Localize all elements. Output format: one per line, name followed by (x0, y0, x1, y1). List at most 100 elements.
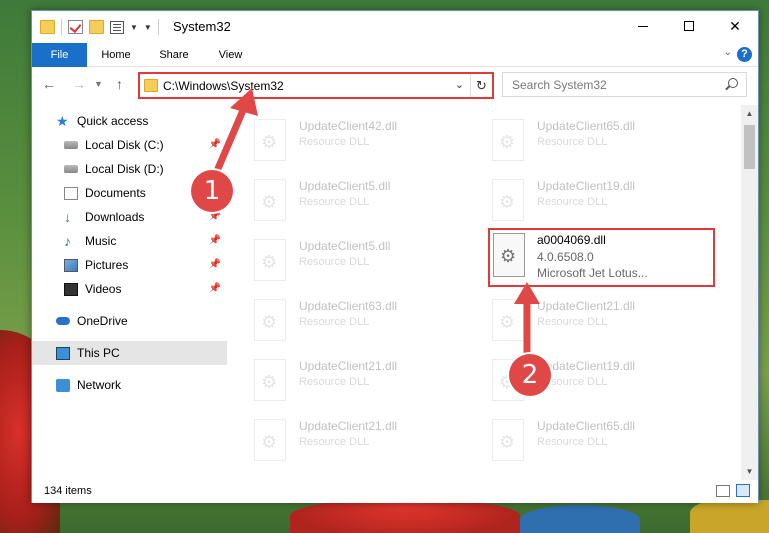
pin-icon[interactable]: 📌 (209, 235, 221, 246)
dll-file-icon (492, 119, 524, 161)
minimize-button[interactable] (620, 11, 666, 41)
maximize-button[interactable] (666, 11, 712, 41)
videos-icon (64, 282, 78, 296)
tab-file[interactable]: File (32, 43, 87, 67)
list-item[interactable]: UpdateClient21.dll Resource DLL (244, 413, 474, 469)
scroll-up-icon[interactable]: ▲ (741, 105, 758, 122)
file-name: UpdateClient63.dll (299, 299, 398, 313)
sidebar-item-label: Network (77, 378, 122, 392)
address-dropdown-icon[interactable]: ⌄ (455, 78, 464, 91)
sidebar-item-label: Local Disk (C:) (85, 138, 164, 152)
list-item[interactable]: UpdateClient65.dll Resource DLL (482, 113, 712, 169)
address-path[interactable]: C:\Windows\System32 (163, 79, 284, 93)
window-title: System32 (173, 19, 231, 34)
folder-icon (144, 79, 158, 92)
sidebar-item-onedrive[interactable]: OneDrive (32, 309, 227, 333)
forward-arrow-icon[interactable]: → (72, 76, 86, 92)
file-name: UpdateClient65.dll (537, 119, 636, 133)
qat-dropdown-icon[interactable]: ▼ (130, 23, 138, 32)
file-description: Resource DLL (537, 136, 608, 148)
sidebar-item-label: Quick access (77, 114, 149, 128)
minimize-icon (638, 25, 648, 27)
file-name: UpdateClient5.dll (299, 239, 391, 253)
file-name: UpdateClient19.dll (537, 359, 636, 373)
file-name: UpdateClient21.dll (299, 359, 398, 373)
file-description: Resource DLL (299, 436, 370, 448)
close-button[interactable]: ✕ (712, 11, 758, 41)
list-item[interactable]: UpdateClient42.dll Resource DLL (244, 113, 474, 169)
pin-icon[interactable]: 📌 (209, 283, 221, 294)
list-item[interactable]: UpdateClient21.dll Resource DLL (244, 353, 474, 409)
star-icon: ★ (56, 112, 69, 129)
music-icon: ♪ (64, 232, 71, 249)
up-arrow-icon[interactable]: ↑ (116, 76, 123, 92)
scrollbar-thumb[interactable] (744, 125, 755, 169)
folder-icon[interactable] (40, 20, 55, 34)
list-item[interactable]: UpdateClient63.dll Resource DLL (244, 293, 474, 349)
navigation-pane: ★ Quick access Local Disk (C:) 📌 Local D… (32, 105, 227, 480)
tab-home[interactable]: Home (87, 43, 145, 67)
list-item[interactable]: UpdateClient5.dll Resource DLL (244, 173, 474, 229)
expand-ribbon-icon[interactable]: ⌄ (724, 47, 732, 58)
list-item[interactable]: UpdateClient21.dll Resource DLL (482, 293, 712, 349)
dll-file-icon (254, 239, 286, 281)
sidebar-item-local-disk-c[interactable]: Local Disk (C:) 📌 (32, 133, 227, 157)
dll-file-icon (492, 299, 524, 341)
new-folder-icon[interactable] (89, 20, 104, 34)
list-item[interactable]: UpdateClient65.dll Resource DLL (482, 413, 712, 469)
dll-file-icon (254, 119, 286, 161)
sidebar-item-quick-access[interactable]: ★ Quick access (32, 109, 227, 133)
sidebar-item-label: Pictures (85, 258, 129, 272)
properties-check-icon[interactable] (68, 20, 83, 34)
tab-view[interactable]: View (203, 43, 258, 67)
this-pc-icon (56, 346, 70, 360)
properties-icon[interactable] (110, 20, 124, 34)
sidebar-item-downloads[interactable]: ↓ Downloads 📌 (32, 205, 227, 229)
sidebar-item-label: Local Disk (D:) (85, 162, 164, 176)
file-name: UpdateClient5.dll (299, 179, 391, 193)
help-icon[interactable]: ? (737, 47, 752, 62)
sidebar-item-label: Documents (85, 186, 146, 200)
recent-locations-icon[interactable]: ▼ (94, 79, 103, 89)
maximize-icon (684, 21, 694, 31)
file-name: UpdateClient21.dll (299, 419, 398, 433)
pictures-icon (64, 258, 78, 272)
vertical-scrollbar[interactable]: ▲ ▼ (741, 105, 758, 480)
sidebar-item-label: Music (85, 234, 117, 248)
highlighted-file-version: 4.0.6508.0 (537, 250, 594, 264)
refresh-icon[interactable]: ↻ (470, 74, 492, 97)
list-item[interactable]: UpdateClient5.dll Resource DLL (244, 233, 474, 289)
dll-file-icon (254, 359, 286, 401)
address-bar[interactable]: C:\Windows\System32 ⌄ ↻ (138, 72, 494, 99)
dll-file-icon (254, 419, 286, 461)
pin-icon[interactable]: 📌 (209, 259, 221, 270)
pin-icon[interactable]: 📌 (209, 211, 221, 222)
list-item[interactable]: UpdateClient19.dll Resource DLL (482, 173, 712, 229)
sidebar-item-videos[interactable]: Videos 📌 (32, 277, 227, 301)
status-bar: 134 items (32, 480, 758, 503)
highlighted-file-name[interactable]: a0004069.dll (537, 233, 606, 247)
customize-qat-icon[interactable]: ▼ (144, 23, 152, 32)
network-icon (56, 378, 70, 392)
large-icons-view-icon[interactable] (736, 484, 750, 497)
sidebar-item-label: Videos (85, 282, 122, 296)
search-input[interactable]: Search System32 (502, 72, 747, 97)
back-arrow-icon[interactable]: ← (42, 76, 56, 92)
navigation-bar: ← → ▼ ↑ C:\Windows\System32 ⌄ ↻ Search S… (32, 68, 758, 102)
details-view-icon[interactable] (716, 485, 730, 497)
tab-share[interactable]: Share (145, 43, 203, 67)
search-icon[interactable] (728, 78, 738, 88)
sidebar-item-label: OneDrive (77, 314, 128, 328)
file-name: UpdateClient42.dll (299, 119, 398, 133)
sidebar-item-this-pc[interactable]: This PC (32, 341, 227, 365)
dll-file-icon[interactable] (493, 233, 525, 277)
sidebar-item-music[interactable]: ♪ Music 📌 (32, 229, 227, 253)
pin-icon[interactable]: 📌 (209, 139, 221, 150)
sidebar-item-pictures[interactable]: Pictures 📌 (32, 253, 227, 277)
background-decor (520, 505, 640, 533)
highlighted-file-description: Microsoft Jet Lotus... (537, 266, 648, 280)
separator (157, 19, 159, 35)
documents-icon (64, 186, 78, 200)
sidebar-item-network[interactable]: Network (32, 373, 227, 397)
scroll-down-icon[interactable]: ▼ (741, 463, 758, 480)
